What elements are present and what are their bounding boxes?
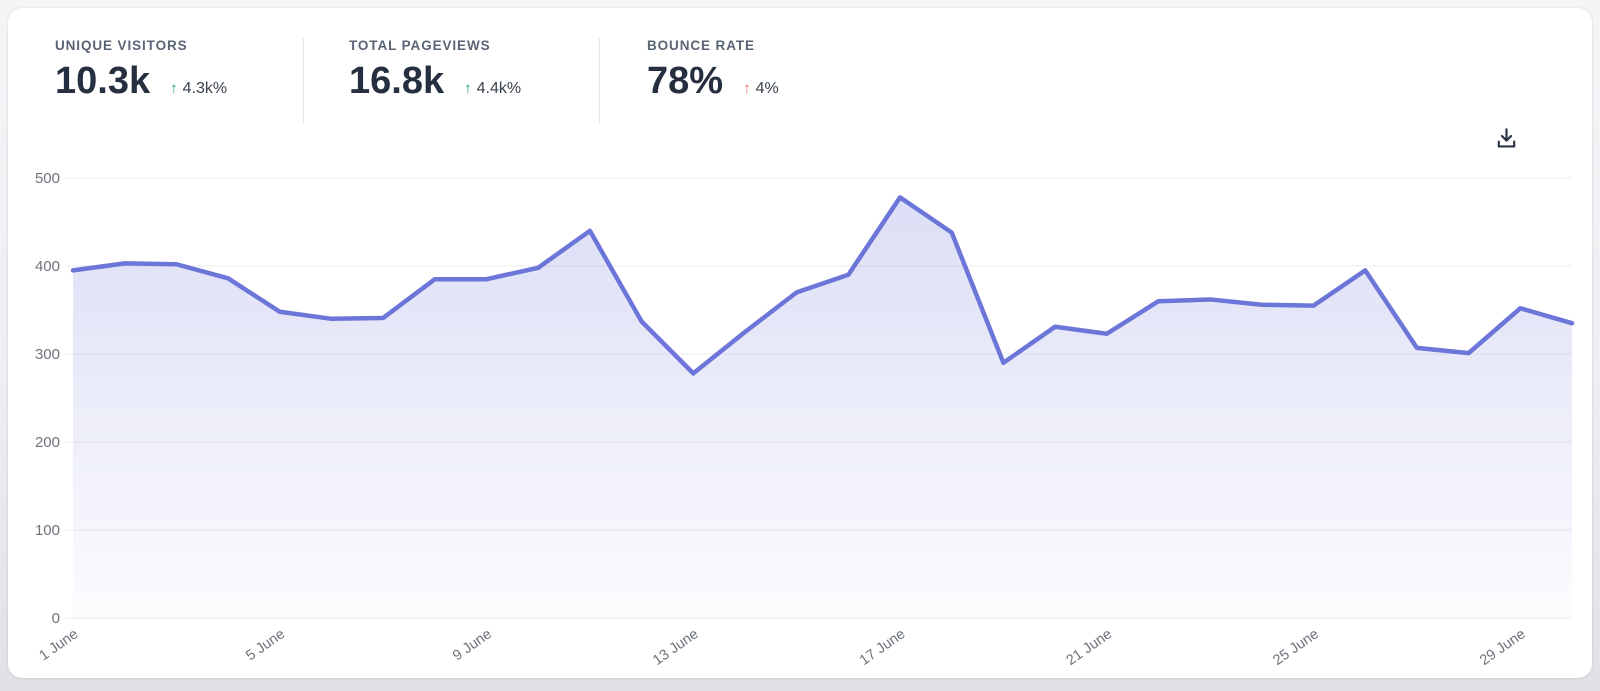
analytics-card: UNIQUE VISITORS 10.3k ↑ 4.3k% TOTAL PAGE… xyxy=(8,8,1592,678)
y-tick-label: 300 xyxy=(35,346,60,363)
stat-label: BOUNCE RATE xyxy=(647,38,900,53)
x-tick-label: 1 June xyxy=(36,626,81,664)
stats-row: UNIQUE VISITORS 10.3k ↑ 4.3k% TOTAL PAGE… xyxy=(55,32,900,130)
y-tick-label: 500 xyxy=(35,170,60,187)
x-tick-label: 9 June xyxy=(450,626,495,664)
y-tick-label: 100 xyxy=(35,522,60,539)
stat-delta: ↑ 4.4k% xyxy=(464,80,521,98)
trend-up-icon: ↑ xyxy=(170,81,178,96)
stat-value: 78% xyxy=(647,62,723,100)
x-tick-label: 29 June xyxy=(1477,626,1528,669)
stat-delta-text: 4% xyxy=(756,80,779,98)
stat-label: UNIQUE VISITORS xyxy=(55,38,303,53)
stat-delta: ↑ 4% xyxy=(743,80,779,98)
stat-value: 10.3k xyxy=(55,62,150,100)
y-tick-label: 200 xyxy=(35,434,60,451)
y-tick-label: 0 xyxy=(52,610,60,627)
series-area xyxy=(73,197,1572,618)
x-tick-label: 21 June xyxy=(1064,626,1115,669)
stat-delta: ↑ 4.3k% xyxy=(170,80,227,98)
stat-delta-text: 4.3k% xyxy=(183,80,227,98)
trend-up-icon: ↑ xyxy=(464,81,472,96)
stat-value: 16.8k xyxy=(349,62,444,100)
stat-label: TOTAL PAGEVIEWS xyxy=(349,38,599,53)
stat-delta-text: 4.4k% xyxy=(477,80,521,98)
stat-total-pageviews: TOTAL PAGEVIEWS 16.8k ↑ 4.4k% xyxy=(304,32,599,130)
x-tick-label: 5 June xyxy=(243,626,288,664)
stat-unique-visitors: UNIQUE VISITORS 10.3k ↑ 4.3k% xyxy=(55,32,303,130)
x-tick-label: 25 June xyxy=(1270,626,1321,669)
x-tick-label: 13 June xyxy=(650,626,701,669)
x-tick-label: 17 June xyxy=(857,626,908,669)
trend-up-icon: ↑ xyxy=(743,81,751,96)
download-icon xyxy=(1494,126,1519,151)
y-tick-label: 400 xyxy=(35,258,60,275)
download-button[interactable] xyxy=(1488,120,1524,156)
stat-bounce-rate: BOUNCE RATE 78% ↑ 4% xyxy=(600,32,900,130)
